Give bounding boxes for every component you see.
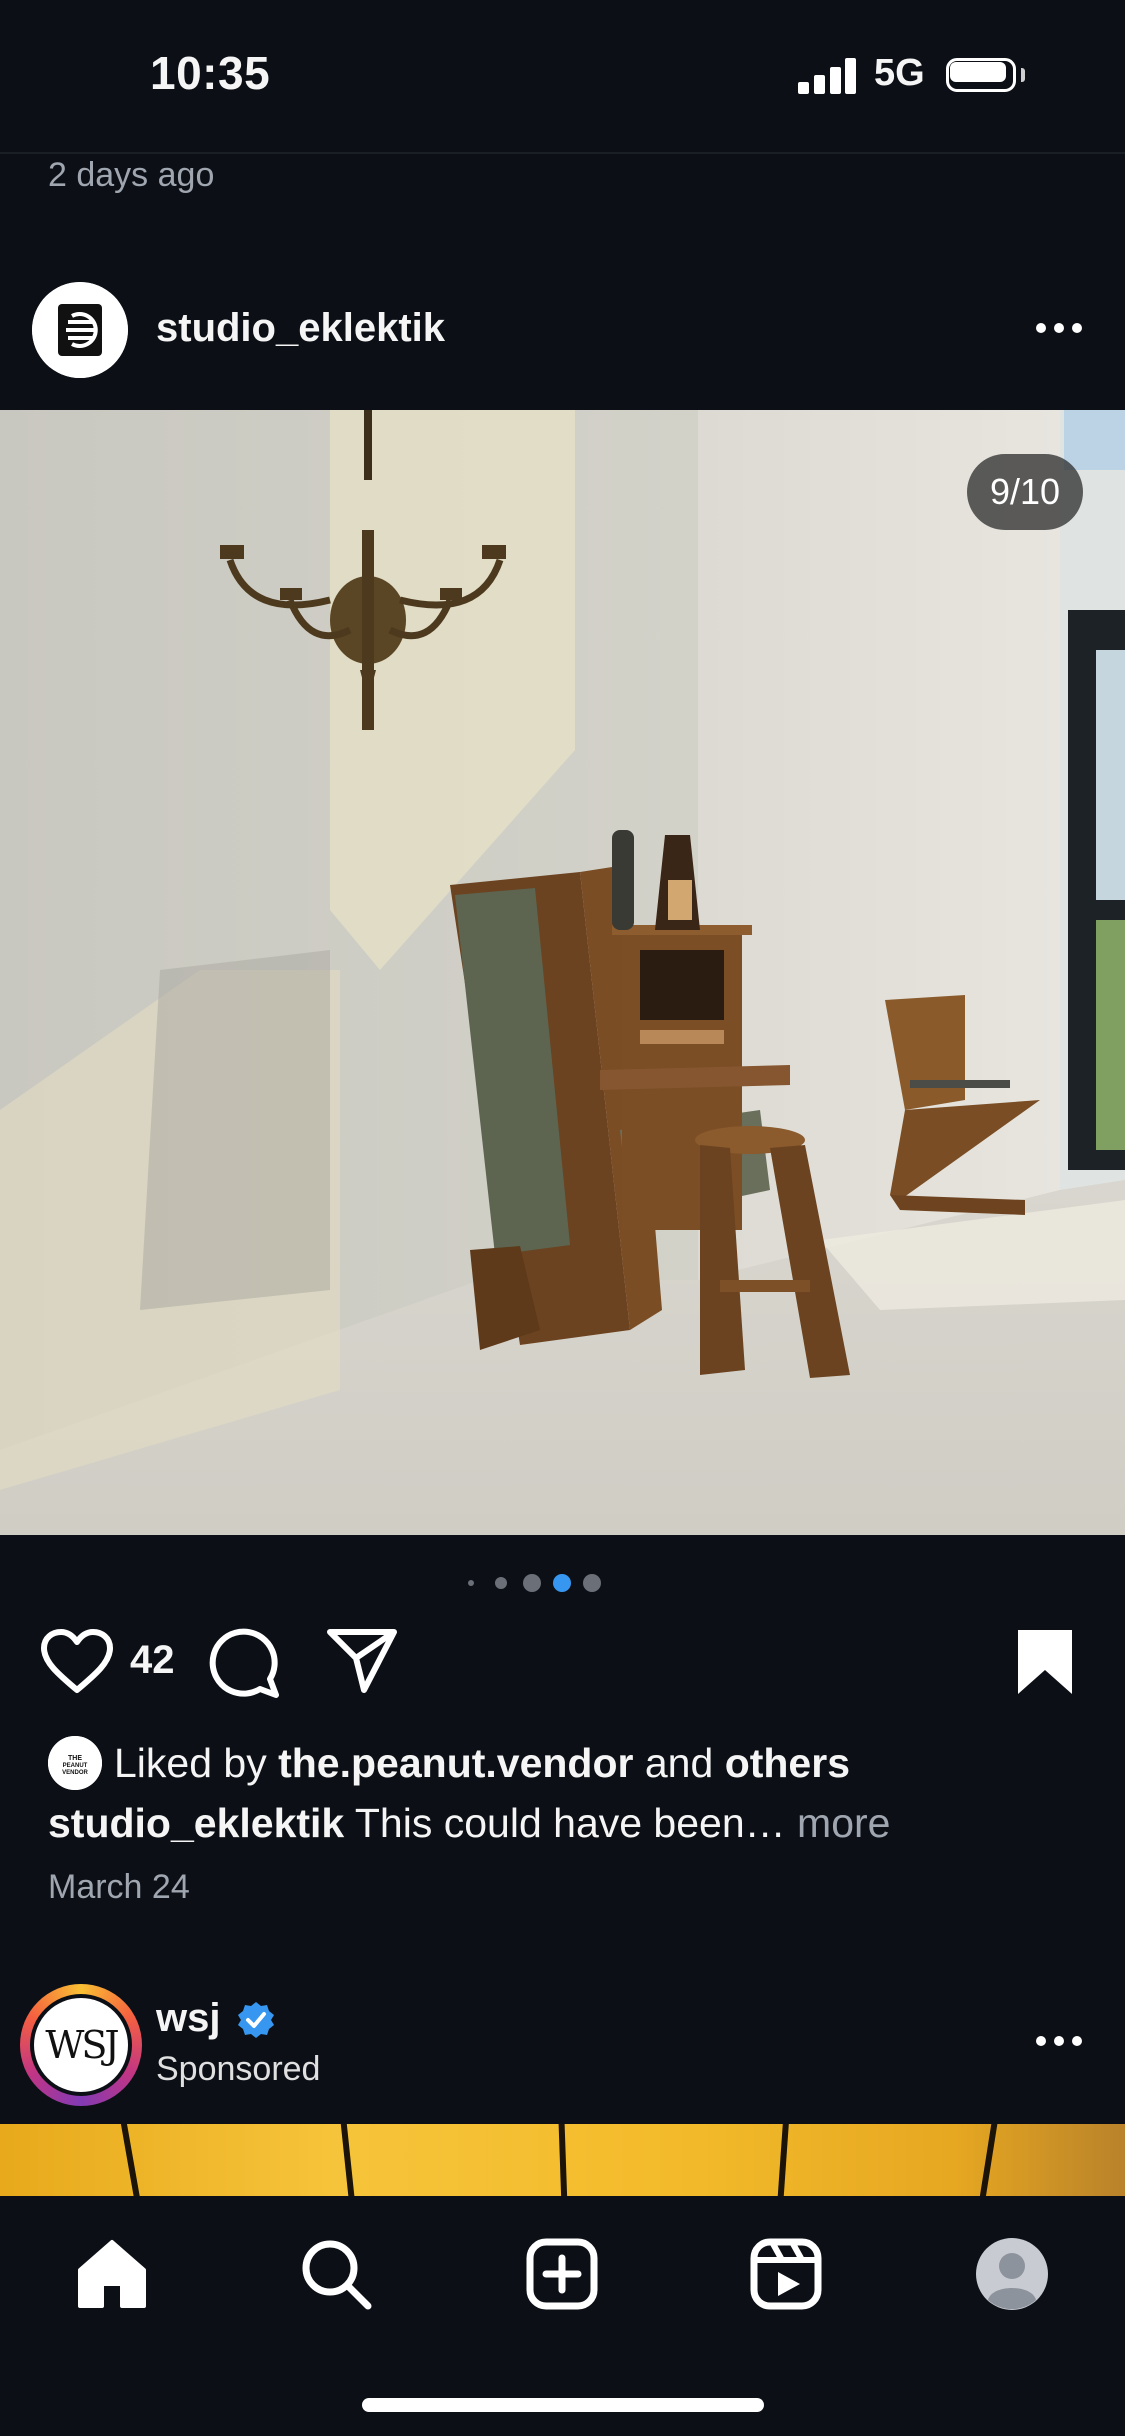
post-photo[interactable]	[0, 410, 1125, 1535]
like-heart-icon[interactable]	[40, 1628, 114, 1694]
sponsored-more-options-icon[interactable]	[1036, 2036, 1084, 2048]
search-icon[interactable]	[298, 2236, 374, 2312]
studio-logo-icon	[32, 282, 128, 378]
battery-cap	[1021, 68, 1025, 82]
carousel-indicator	[0, 1572, 1125, 1592]
interior-room-photo	[0, 410, 1125, 1535]
liker-avatar[interactable]: THE PEANUT VENDOR	[48, 1736, 102, 1790]
carousel-dot	[583, 1574, 601, 1592]
photo-counter-badge: 9/10	[967, 454, 1083, 530]
home-indicator	[362, 2398, 764, 2412]
create-post-icon[interactable]	[524, 2236, 600, 2312]
network-type: 5G	[874, 52, 925, 94]
caption-more-link[interactable]: more	[786, 1800, 890, 1846]
caption-username[interactable]: studio_eklektik	[48, 1800, 344, 1846]
share-send-icon[interactable]	[326, 1626, 398, 1696]
verified-badge-icon	[238, 2002, 274, 2038]
status-time: 10:35	[150, 47, 271, 99]
liked-by-and: and	[633, 1740, 725, 1786]
save-bookmark-icon[interactable]	[1016, 1628, 1074, 1696]
carousel-dot-active	[553, 1574, 571, 1592]
comment-icon[interactable]	[208, 1627, 280, 1699]
like-count[interactable]: 42	[130, 1638, 175, 1683]
cellular-signal-icon	[798, 58, 856, 94]
post-author-avatar[interactable]	[32, 282, 128, 378]
battery-level	[950, 62, 1006, 82]
svg-text:PEANUT: PEANUT	[63, 1763, 88, 1769]
sponsored-label[interactable]: Sponsored	[156, 2050, 320, 2089]
liked-by-others-link[interactable]: others	[725, 1740, 850, 1786]
peanut-vendor-logo: THE PEANUT VENDOR	[48, 1736, 102, 1790]
svg-text:THE: THE	[68, 1755, 82, 1762]
carousel-dot	[468, 1580, 474, 1586]
previous-post-timestamp: 2 days ago	[48, 156, 215, 194]
carousel-dot	[495, 1577, 507, 1589]
carousel-dot	[523, 1574, 541, 1592]
sponsor-avatar[interactable]: WSJ	[34, 1998, 128, 2092]
liked-by-text: Liked by the.peanut.vendor and others	[114, 1740, 850, 1787]
post-more-options-icon[interactable]	[1036, 323, 1084, 335]
liked-by-username[interactable]: the.peanut.vendor	[278, 1740, 633, 1786]
post-caption: studio_eklektik This could have been… mo…	[48, 1800, 890, 1847]
profile-avatar[interactable]	[974, 2236, 1050, 2312]
home-icon[interactable]	[74, 2236, 150, 2312]
post-author-username[interactable]: studio_eklektik	[156, 306, 445, 351]
sponsor-username[interactable]: wsj	[156, 1996, 220, 2041]
post-date: March 24	[48, 1868, 190, 1906]
sponsored-ad-image[interactable]	[0, 2124, 1125, 2196]
caption-text: This could have been…	[344, 1800, 786, 1846]
liked-by-prefix: Liked by	[114, 1740, 279, 1786]
svg-text:VENDOR: VENDOR	[62, 1770, 88, 1776]
reels-icon[interactable]	[748, 2236, 824, 2312]
